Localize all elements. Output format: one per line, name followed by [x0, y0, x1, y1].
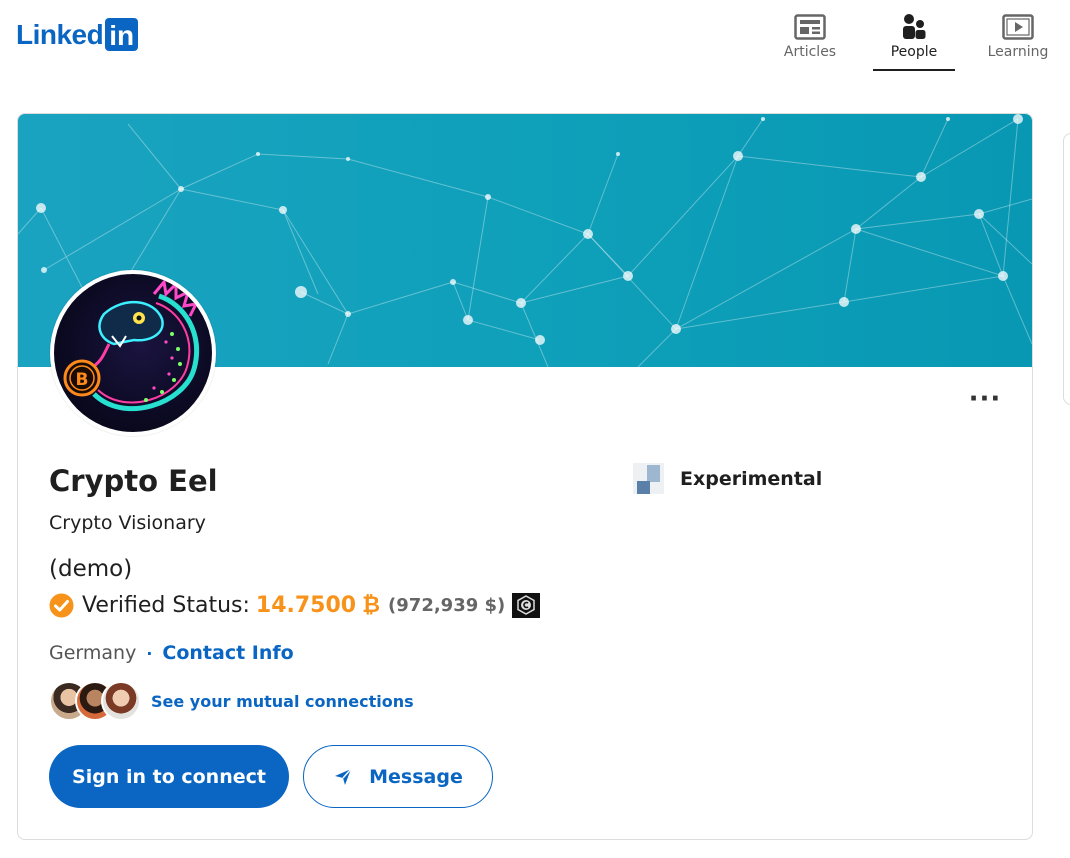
avatar: [101, 681, 141, 721]
learning-icon: [1001, 13, 1035, 41]
location-line: Germany · Contact Info: [49, 642, 294, 664]
profile-note: (demo): [49, 556, 133, 582]
top-navigation: Articles People Learning: [758, 10, 1070, 71]
verified-label: Verified Status:: [82, 592, 250, 618]
nav-people-label: People: [890, 44, 938, 60]
nav-articles-label: Articles: [783, 44, 837, 60]
profile-headline: Crypto Visionary: [49, 512, 206, 534]
profile-avatar[interactable]: B: [50, 270, 216, 436]
contact-info-link[interactable]: Contact Info: [162, 642, 293, 664]
usd-value: (972,939 $): [388, 594, 506, 616]
mutual-connections-link[interactable]: See your mutual connections: [151, 692, 414, 711]
profile-name: Crypto Eel: [49, 464, 218, 498]
current-company[interactable]: Experimental: [633, 463, 822, 494]
separator-dot: ·: [146, 643, 153, 663]
verified-check-icon: [49, 593, 74, 617]
logo-box: in: [105, 18, 139, 51]
nav-articles[interactable]: Articles: [758, 10, 862, 71]
crypto-badge-icon[interactable]: [512, 592, 541, 618]
svg-text:B: B: [76, 370, 89, 390]
location: Germany: [49, 642, 137, 664]
message-button[interactable]: Message: [303, 745, 493, 808]
sign-in-to-connect-button[interactable]: Sign in to connect: [49, 745, 289, 808]
linkedin-logo[interactable]: Linked in: [16, 18, 139, 51]
logo-text: Linked: [16, 18, 104, 50]
company-name: Experimental: [680, 467, 823, 490]
company-logo: [633, 463, 664, 494]
eel-avatar-image: B: [54, 274, 212, 432]
side-card: [1063, 133, 1070, 405]
mutual-avatars: [49, 681, 141, 721]
btc-amount: 14.7500: [255, 592, 357, 618]
more-options-button[interactable]: ···: [968, 384, 1002, 414]
people-icon: [897, 13, 931, 41]
nav-learning[interactable]: Learning: [966, 10, 1070, 71]
nav-people[interactable]: People: [862, 10, 966, 71]
nav-learning-label: Learning: [987, 44, 1049, 60]
profile-card: ··· Experimental Crypto Eel Crypto Visio…: [17, 113, 1033, 840]
verified-status: Verified Status: 14.7500 ₿ (972,939 $): [49, 592, 541, 618]
articles-icon: [793, 13, 827, 41]
send-icon: [335, 768, 352, 785]
bitcoin-symbol: ₿: [362, 593, 381, 618]
mutual-connections[interactable]: See your mutual connections: [49, 681, 414, 721]
message-label: Message: [369, 765, 463, 788]
